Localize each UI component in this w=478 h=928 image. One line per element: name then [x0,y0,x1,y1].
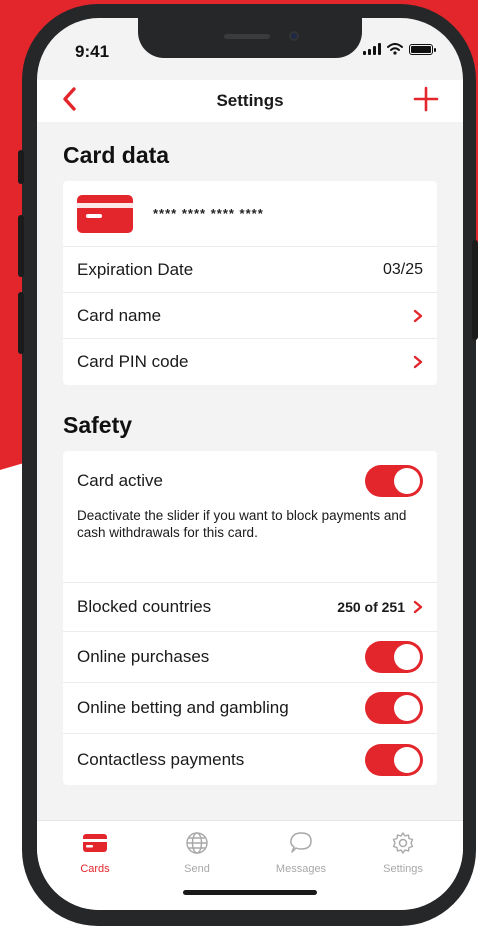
toggle-knob [394,644,420,670]
toggle-knob [394,468,420,494]
card-pin-label: Card PIN code [77,352,189,371]
home-indicator [183,890,317,895]
phone-notch [138,18,362,58]
expiration-date-value: 03/25 [382,260,423,278]
phone-power-button [472,240,478,340]
card-active-toggle[interactable] [365,465,423,497]
safety-heading: Safety [63,412,133,438]
add-plus-icon[interactable] [413,86,439,112]
tab-messages-label: Messages [275,863,327,875]
toggle-knob [394,746,420,773]
tab-cards[interactable]: Cards [55,831,135,875]
expiration-date-label: Expiration Date [77,259,194,279]
blocked-countries-value: 250 of 251 [337,599,405,615]
blocked-countries-row[interactable]: Blocked countries 250 of 251 [63,583,437,632]
card-summary-row: **** **** **** **** [63,181,437,247]
notch-speaker [224,34,270,39]
chevron-right-icon [413,600,423,614]
safety-group: Card active Deactivate the slider if you… [63,451,437,785]
tab-send-label: Send [184,863,210,875]
tab-settings[interactable]: Settings [363,831,443,875]
toggle-knob [394,695,420,721]
chevron-right-icon [413,355,423,369]
card-icon [83,834,107,852]
card-name-row[interactable]: Card name [63,293,437,339]
card-number: **** **** **** **** [153,206,264,221]
tab-send[interactable]: Send [157,831,237,875]
contactless-payments-row: Contactless payments [63,734,437,785]
bottom-tab-bar: Cards Send Messages Settings [37,820,463,910]
phone-side-button [18,150,24,184]
status-icons [363,43,436,55]
card-data-heading: Card data [63,142,170,168]
credit-card-icon [77,194,133,233]
contactless-payments-label: Contactless payments [77,749,245,769]
phone-volume-down-button [18,292,24,354]
top-navigation-bar: Settings [37,80,463,122]
chevron-right-icon [413,309,423,322]
page-title: Settings [216,91,284,110]
battery-icon [409,43,436,55]
tab-settings-label: Settings [383,863,423,875]
gear-icon [392,832,414,854]
card-active-label: Card active [77,471,163,490]
online-betting-toggle[interactable] [365,692,423,724]
chat-icon [290,832,312,853]
online-betting-label: Online betting and gambling [77,698,289,717]
blocked-countries-label: Blocked countries [77,597,212,616]
tab-messages[interactable]: Messages [261,831,341,875]
online-betting-row: Online betting and gambling [63,683,437,734]
online-purchases-toggle[interactable] [365,641,423,673]
contactless-payments-toggle[interactable] [365,743,423,776]
globe-icon [186,832,208,854]
card-pin-row[interactable]: Card PIN code [63,339,437,385]
card-active-description: Deactivate the slider if you want to blo… [77,508,407,540]
signal-icon [363,43,381,55]
phone-volume-up-button [18,215,24,277]
card-active-row: Card active Deactivate the slider if you… [63,451,437,583]
expiration-date-row: Expiration Date 03/25 [63,247,437,293]
online-purchases-label: Online purchases [77,647,210,666]
card-data-group: **** **** **** **** Expiration Date 03/2… [63,181,437,385]
notch-camera [289,31,299,41]
online-purchases-row: Online purchases [63,632,437,683]
tab-cards-label: Cards [80,863,110,875]
phone-screen: 9:41 Settings Card data **** **** **** *… [37,18,463,910]
wifi-icon [387,43,403,55]
status-time: 9:41 [75,42,110,61]
card-name-label: Card name [77,305,162,325]
